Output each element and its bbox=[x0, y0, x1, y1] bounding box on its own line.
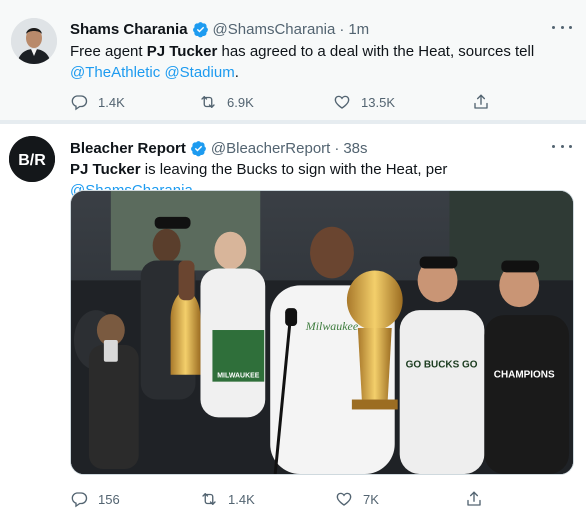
handle[interactable]: @ShamsCharania bbox=[213, 21, 336, 38]
separator: · bbox=[334, 139, 340, 157]
retweet-icon bbox=[202, 493, 216, 505]
tweet-header: Shams Charania @ShamsCharania · 1m bbox=[70, 19, 369, 39]
tweet-photo[interactable]: MILWAUKEE Milwaukee GO BUCKS GO CHAMPION… bbox=[70, 190, 574, 475]
verified-badge-icon bbox=[190, 140, 207, 157]
media-sign-text: MILWAUKEE bbox=[217, 373, 260, 380]
like-count: 7K bbox=[363, 491, 379, 507]
share-button[interactable] bbox=[465, 490, 493, 508]
like-button[interactable]: 7K bbox=[335, 490, 465, 508]
handle[interactable]: @BleacherReport bbox=[211, 140, 330, 157]
retweet-count: 6.9K bbox=[227, 94, 254, 110]
display-name[interactable]: Bleacher Report bbox=[70, 140, 186, 157]
reply-count: 156 bbox=[98, 491, 120, 507]
reply-count: 1.4K bbox=[98, 94, 125, 110]
like-icon bbox=[334, 95, 350, 109]
retweet-button[interactable]: 6.9K bbox=[199, 93, 333, 111]
separator: · bbox=[339, 20, 345, 38]
timestamp[interactable]: 38s bbox=[343, 140, 367, 157]
tweet-header: Bleacher Report @BleacherReport · 38s bbox=[70, 138, 368, 158]
tweet-text: Free agent PJ Tucker has agreed to a dea… bbox=[70, 41, 570, 83]
avatar-logo-text: B/R bbox=[18, 152, 46, 169]
share-button[interactable] bbox=[472, 93, 500, 111]
text-segment: has agreed to a deal with the Heat, sour… bbox=[217, 43, 535, 60]
media-tshirt-text: Milwaukee bbox=[305, 319, 359, 333]
like-button[interactable]: 13.5K bbox=[333, 93, 472, 111]
text-bold: PJ Tucker bbox=[146, 43, 218, 60]
avatar-bleacher-report[interactable]: B/R bbox=[9, 136, 55, 182]
share-icon bbox=[467, 491, 481, 506]
verified-badge-icon bbox=[192, 21, 209, 38]
media-shirt-text: GO BUCKS GO bbox=[406, 360, 478, 371]
reply-button[interactable]: 156 bbox=[70, 490, 200, 508]
media-champions-text: CHAMPIONS bbox=[494, 370, 555, 381]
avatar-shams[interactable] bbox=[11, 18, 57, 64]
tweet-actions: 1.4K 6.9K 13.5K bbox=[70, 92, 500, 112]
like-count: 13.5K bbox=[361, 94, 396, 110]
more-icon[interactable] bbox=[552, 22, 572, 32]
text-segment: Free agent bbox=[70, 43, 147, 60]
retweet-count: 1.4K bbox=[228, 491, 255, 507]
mention-link[interactable]: @Stadium bbox=[164, 64, 234, 81]
text-segment: . bbox=[234, 64, 239, 81]
reply-button[interactable]: 1.4K bbox=[70, 93, 199, 111]
reply-icon bbox=[71, 492, 88, 508]
share-icon bbox=[474, 94, 488, 109]
retweet-button[interactable]: 1.4K bbox=[200, 490, 335, 508]
text-bold: PJ Tucker bbox=[70, 161, 141, 178]
reply-icon bbox=[71, 95, 88, 111]
timestamp[interactable]: 1m bbox=[348, 21, 369, 38]
tweet-actions: 156 1.4K 7K bbox=[70, 489, 500, 509]
more-icon[interactable] bbox=[552, 141, 572, 151]
retweet-icon bbox=[201, 96, 215, 108]
tweet-shams[interactable]: Shams Charania @ShamsCharania · 1m Free … bbox=[0, 0, 586, 120]
display-name[interactable]: Shams Charania bbox=[70, 21, 188, 38]
mention-link[interactable]: @TheAthletic bbox=[70, 64, 160, 81]
like-icon bbox=[336, 492, 352, 506]
text-segment: is leaving the Bucks to sign with the He… bbox=[140, 161, 448, 178]
